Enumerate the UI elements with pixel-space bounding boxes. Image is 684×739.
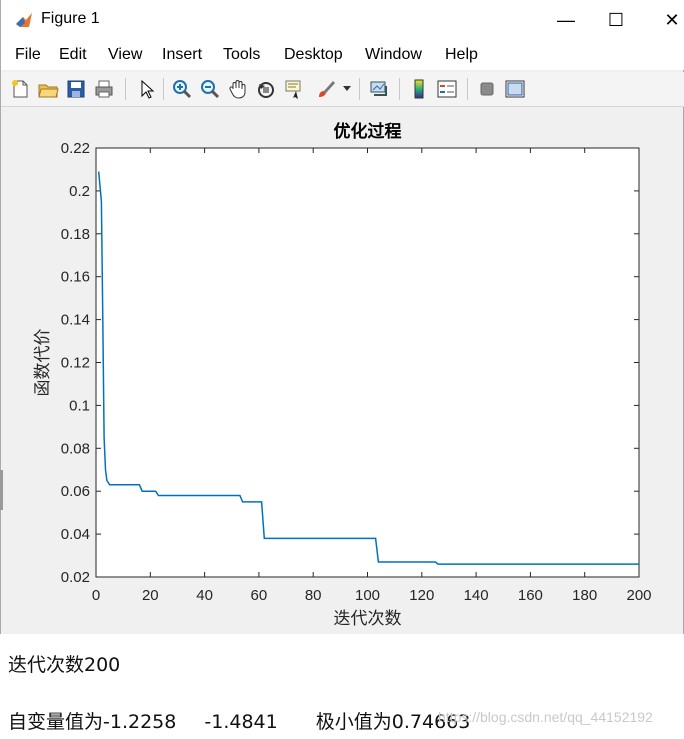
y-tick-label: 0.08 bbox=[61, 440, 90, 457]
y-axis-label: 函数代价 bbox=[33, 329, 53, 397]
toolbar-separator bbox=[399, 78, 400, 100]
legend-icon[interactable] bbox=[436, 78, 458, 100]
chart-title: 优化过程 bbox=[334, 121, 402, 142]
colorbar-icon[interactable] bbox=[408, 78, 430, 100]
x-tick-label: 160 bbox=[518, 587, 543, 604]
menu-desktop[interactable]: Desktop bbox=[284, 46, 343, 64]
pointer-icon[interactable] bbox=[135, 78, 157, 100]
toolbar-separator bbox=[125, 78, 126, 100]
brush-dropdown-icon[interactable] bbox=[343, 86, 351, 92]
x-tick-label: 100 bbox=[355, 587, 380, 604]
y-tick-label: 0.14 bbox=[61, 312, 90, 329]
watermark: https://blog.csdn.net/qq_44152192 bbox=[438, 709, 653, 725]
toolbar-separator bbox=[163, 78, 164, 100]
y-tick-label: 0.1 bbox=[69, 397, 90, 414]
y-tick-label: 0.02 bbox=[61, 569, 90, 586]
y-tick-label: 0.22 bbox=[61, 140, 90, 157]
zoom-in-icon[interactable] bbox=[171, 78, 193, 100]
rotate-3d-icon[interactable] bbox=[255, 78, 277, 100]
open-file-icon[interactable] bbox=[37, 78, 59, 100]
menu-window[interactable]: Window bbox=[365, 46, 422, 64]
figure-window: Figure 1 — ☐ ✕ File Edit View Insert Too… bbox=[0, 0, 684, 634]
x-tick-label: 120 bbox=[409, 587, 434, 604]
x-tick-label: 20 bbox=[142, 587, 159, 604]
side-edge-mark bbox=[0, 470, 3, 510]
menu-bar: File Edit View Insert Tools Desktop Wind… bbox=[1, 40, 684, 70]
x-axis-label: 迭代次数 bbox=[334, 609, 402, 629]
minimize-button[interactable]: — bbox=[543, 6, 589, 34]
menu-insert[interactable]: Insert bbox=[162, 46, 202, 64]
menu-view[interactable]: View bbox=[108, 46, 142, 64]
new-figure-icon[interactable] bbox=[9, 78, 31, 100]
output-iterations: 迭代次数200 bbox=[8, 654, 121, 676]
hide-plot-tools-icon[interactable] bbox=[476, 78, 498, 100]
window-title: Figure 1 bbox=[41, 10, 100, 27]
y-tick-label: 0.18 bbox=[61, 226, 90, 243]
x-tick-label: 40 bbox=[196, 587, 213, 604]
x-tick-label: 180 bbox=[572, 587, 597, 604]
y-tick-label: 0.06 bbox=[61, 483, 90, 500]
pan-hand-icon[interactable] bbox=[227, 78, 249, 100]
menu-file[interactable]: File bbox=[15, 46, 41, 64]
data-cursor-icon[interactable] bbox=[283, 78, 305, 100]
y-tick-label: 0.16 bbox=[61, 269, 90, 286]
menu-help[interactable]: Help bbox=[445, 46, 478, 64]
menu-tools[interactable]: Tools bbox=[223, 46, 260, 64]
toolbar-separator bbox=[359, 78, 360, 100]
x-tick-label: 60 bbox=[251, 587, 268, 604]
print-icon[interactable] bbox=[93, 78, 115, 100]
maximize-button[interactable]: ☐ bbox=[593, 6, 639, 34]
save-icon[interactable] bbox=[65, 78, 87, 100]
brush-icon[interactable] bbox=[315, 78, 337, 100]
axes-box bbox=[95, 147, 640, 578]
title-bar: Figure 1 — ☐ ✕ bbox=[1, 0, 684, 40]
x-tick-label: 140 bbox=[464, 587, 489, 604]
link-plot-icon[interactable] bbox=[368, 78, 390, 100]
output-variables: 自变量值为-1.2258 -1.4841 极小值为0.74663 bbox=[8, 707, 470, 734]
figure-toolbar bbox=[1, 72, 684, 107]
matlab-logo-icon bbox=[16, 13, 32, 27]
figure-canvas: 0 20 40 60 80 100 120 140 160 180 200 0.02 0.04 0.06 0… bbox=[5, 107, 681, 632]
output-variable-2: -1.4841 bbox=[204, 711, 278, 733]
x-tick-label: 80 bbox=[305, 587, 322, 604]
menu-edit[interactable]: Edit bbox=[59, 46, 87, 64]
zoom-out-icon[interactable] bbox=[199, 78, 221, 100]
output-variable-1: 自变量值为-1.2258 bbox=[8, 711, 177, 733]
close-button[interactable]: ✕ bbox=[649, 6, 684, 34]
x-tick-label: 0 bbox=[92, 587, 100, 604]
y-tick-label: 0.2 bbox=[69, 183, 90, 200]
y-tick-label: 0.12 bbox=[61, 355, 90, 372]
x-tick-label: 200 bbox=[626, 587, 651, 604]
line-plot[interactable]: 0 20 40 60 80 100 120 140 160 180 200 0.02 0.04 0.06 0… bbox=[5, 107, 681, 632]
toolbar-separator bbox=[467, 78, 468, 100]
show-plot-tools-icon[interactable] bbox=[504, 78, 526, 100]
y-tick-label: 0.04 bbox=[61, 526, 90, 543]
